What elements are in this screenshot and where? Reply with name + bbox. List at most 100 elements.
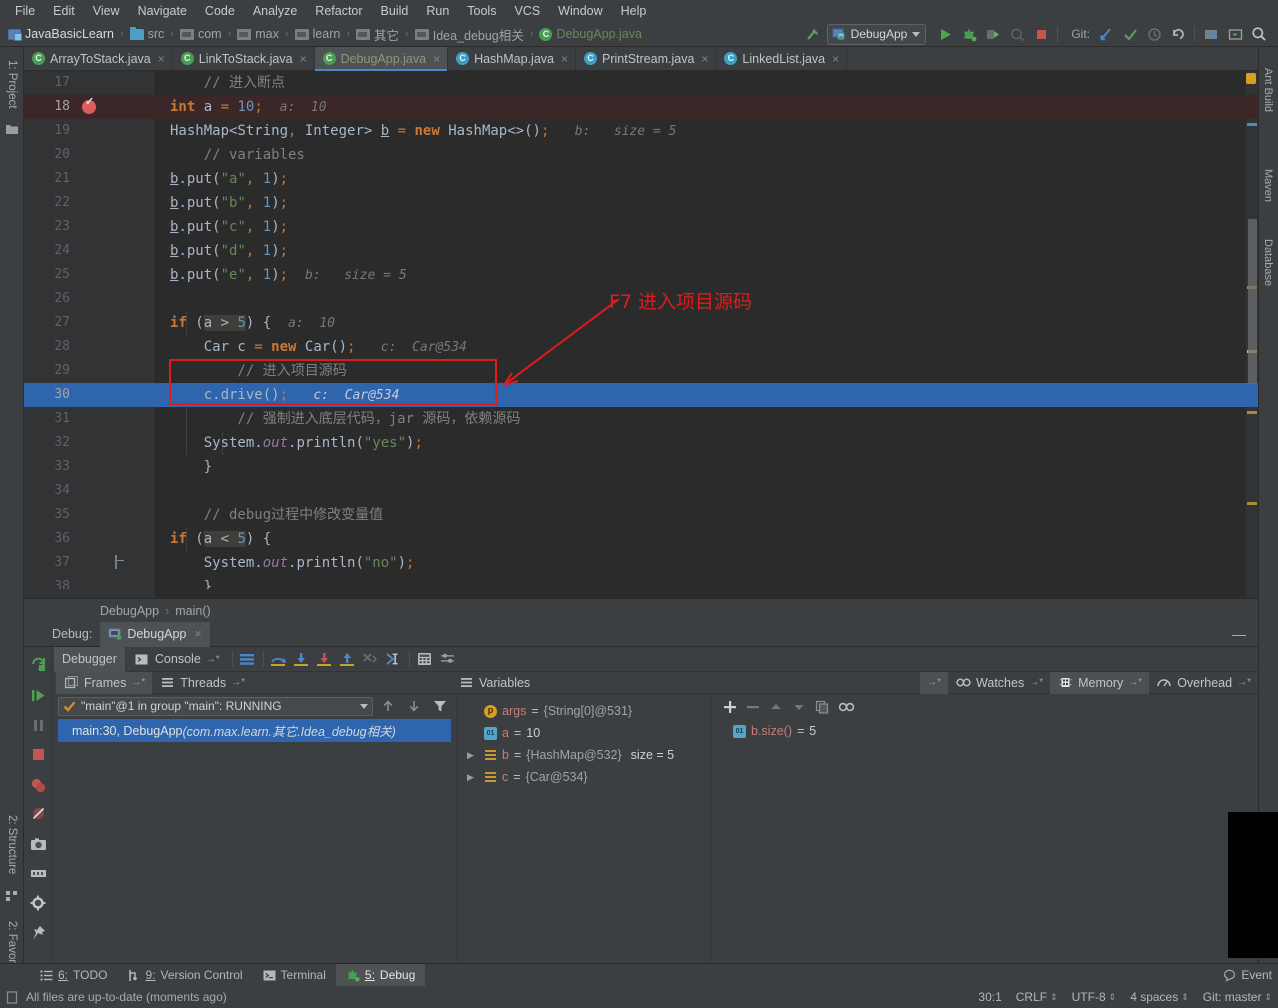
tab-detach-marker[interactable]: →* (1237, 677, 1251, 688)
menu-item-build[interactable]: Build (372, 2, 418, 20)
update-project-button[interactable] (1095, 24, 1117, 45)
variable-row-args[interactable]: args = {String[0]@531} (458, 700, 710, 722)
thread-selector[interactable]: "main"@1 in group "main": RUNNING (58, 696, 373, 716)
frame-down-button[interactable] (403, 696, 425, 717)
breakpoint-icon[interactable] (82, 95, 96, 114)
warning-marker[interactable] (1247, 411, 1257, 414)
sidebar-item-project[interactable]: 1: Project (0, 51, 24, 117)
menu-item-edit[interactable]: Edit (44, 2, 84, 20)
drop-frame-button[interactable] (360, 649, 382, 670)
tab-debugger[interactable]: Debugger (54, 646, 125, 672)
minus-icon[interactable] (746, 700, 760, 714)
resume-program-button[interactable] (24, 681, 52, 709)
window-icon-button[interactable] (1224, 24, 1246, 45)
view-breakpoints-button[interactable] (24, 771, 52, 799)
editor-tab-debugapp[interactable]: DebugApp.java × (314, 47, 449, 71)
step-into-button[interactable] (291, 649, 313, 670)
menu-item-vcs[interactable]: VCS (505, 2, 549, 20)
variables-tree[interactable]: args = {String[0]@531} a = 10 (458, 694, 710, 973)
run-button[interactable] (934, 24, 956, 45)
event-log-button[interactable]: Event (1223, 968, 1272, 982)
step-over-button[interactable] (268, 649, 290, 670)
run-configuration-selector[interactable]: DebugApp (826, 23, 927, 45)
sidebar-item-maven[interactable]: Maven (1258, 155, 1278, 217)
breadcrumb-item-idea-debug[interactable]: Idea_debug相关 (413, 25, 526, 44)
close-icon[interactable]: × (433, 52, 440, 66)
breadcrumb-item-max[interactable]: max (235, 27, 281, 41)
rollback-button[interactable] (1167, 24, 1189, 45)
copy-icon[interactable] (815, 700, 829, 714)
variable-row-a[interactable]: a = 10 (458, 722, 710, 744)
debug-button[interactable] (958, 24, 980, 45)
breadcrumb-item-learn[interactable]: learn (293, 27, 343, 41)
minimize-icon[interactable]: — (1232, 626, 1258, 642)
stop-button[interactable] (24, 740, 52, 768)
tab-detach-marker[interactable]: →* (1128, 677, 1142, 688)
tab-threads[interactable]: Threads →* (152, 672, 252, 694)
menu-item-view[interactable]: View (84, 2, 129, 20)
breadcrumb-method[interactable]: main() (175, 604, 210, 618)
frame-up-button[interactable] (377, 696, 399, 717)
caret-position-cell[interactable]: 30:1 (978, 990, 1001, 1004)
tab-detach-marker[interactable]: →* (927, 677, 941, 688)
commit-button[interactable] (1119, 24, 1141, 45)
variable-row-c[interactable]: ▶ c = {Car@534} (458, 766, 710, 788)
indent-cell[interactable]: 4 spaces ⇕ (1130, 990, 1189, 1004)
pause-program-button[interactable] (24, 711, 52, 739)
menu-item-code[interactable]: Code (196, 2, 244, 20)
watch-row-bsize[interactable]: b.size() = 5 (711, 720, 1258, 742)
tab-detach-marker[interactable]: →* (231, 677, 245, 688)
attach-profiler-button[interactable] (1006, 24, 1028, 45)
editor-tab-hashmap[interactable]: HashMap.java × (448, 47, 576, 70)
tab-overhead[interactable]: Overhead →* (1149, 672, 1258, 694)
warning-marker[interactable] (1246, 73, 1256, 84)
close-icon[interactable]: × (158, 52, 165, 66)
sidebar-item-ant-build[interactable]: Ant Build (1258, 55, 1278, 125)
select-in-project-button[interactable] (1200, 24, 1222, 45)
git-branch-cell[interactable]: Git: master ⇕ (1203, 990, 1272, 1004)
breadcrumb-item-com[interactable]: com (178, 27, 224, 41)
bottom-item-debug[interactable]: 5: Debug (335, 963, 426, 987)
bottom-item-terminal[interactable]: Terminal (253, 964, 336, 987)
pin-icon-button[interactable] (24, 919, 52, 947)
history-button[interactable] (1143, 24, 1165, 45)
breadcrumb-item-file[interactable]: DebugApp.java (537, 27, 643, 41)
tab-console[interactable]: Console →* (126, 647, 228, 672)
arrow-down-icon[interactable] (792, 700, 806, 714)
tab-detach-marker[interactable]: →* (1029, 677, 1043, 688)
menu-item-refactor[interactable]: Refactor (306, 2, 371, 20)
tab-detach-marker[interactable]: →* (206, 654, 220, 665)
code-editor[interactable]: 17 // 进入断点 18 int a = 10; a: 10 19 HashM… (24, 71, 1258, 598)
close-icon[interactable]: × (561, 52, 568, 66)
breadcrumb-item-src[interactable]: src (128, 26, 167, 41)
tab-label[interactable]: Variables (479, 676, 530, 690)
editor-tab-linkedlist[interactable]: LinkedList.java × (716, 47, 848, 70)
sidebar-item-database[interactable]: Database (1258, 227, 1278, 299)
bottom-item-todo[interactable]: 6: TODO (30, 964, 117, 987)
tab-memory[interactable]: Memory →* (1050, 671, 1150, 694)
editor-tab-arraytostack[interactable]: ArrayToStack.java × (24, 47, 173, 70)
force-step-into-button[interactable] (314, 649, 336, 670)
plus-icon[interactable] (723, 700, 737, 714)
bottom-item-version-control[interactable]: 9: Version Control (117, 964, 252, 987)
expand-arrow-icon[interactable]: ▶ (467, 750, 474, 761)
sidebar-item-structure[interactable]: 2: Structure (0, 805, 24, 885)
menu-item-file[interactable]: File (6, 2, 44, 20)
evaluate-expression-button[interactable] (414, 649, 436, 670)
menu-item-run[interactable]: Run (417, 2, 458, 20)
watches-icon[interactable] (838, 700, 855, 714)
frame-list-item[interactable]: main:30, DebugApp (com.max.learn.其它.Idea… (58, 719, 451, 742)
warning-marker[interactable] (1247, 502, 1257, 505)
menu-item-analyze[interactable]: Analyze (244, 2, 306, 20)
run-with-coverage-button[interactable] (982, 24, 1004, 45)
stop-button[interactable] (1030, 24, 1052, 45)
line-separator-cell[interactable]: CRLF ⇕ (1016, 990, 1058, 1004)
menu-item-tools[interactable]: Tools (458, 2, 505, 20)
camera-icon-button[interactable] (24, 830, 52, 858)
breadcrumb-item-other[interactable]: 其它 (354, 25, 401, 44)
close-icon[interactable]: × (194, 627, 201, 641)
menu-item-window[interactable]: Window (549, 2, 611, 20)
filter-frames-button[interactable] (429, 696, 451, 717)
run-to-cursor-button[interactable] (383, 649, 405, 670)
editor-scrollbar-thumb[interactable] (1248, 219, 1257, 384)
